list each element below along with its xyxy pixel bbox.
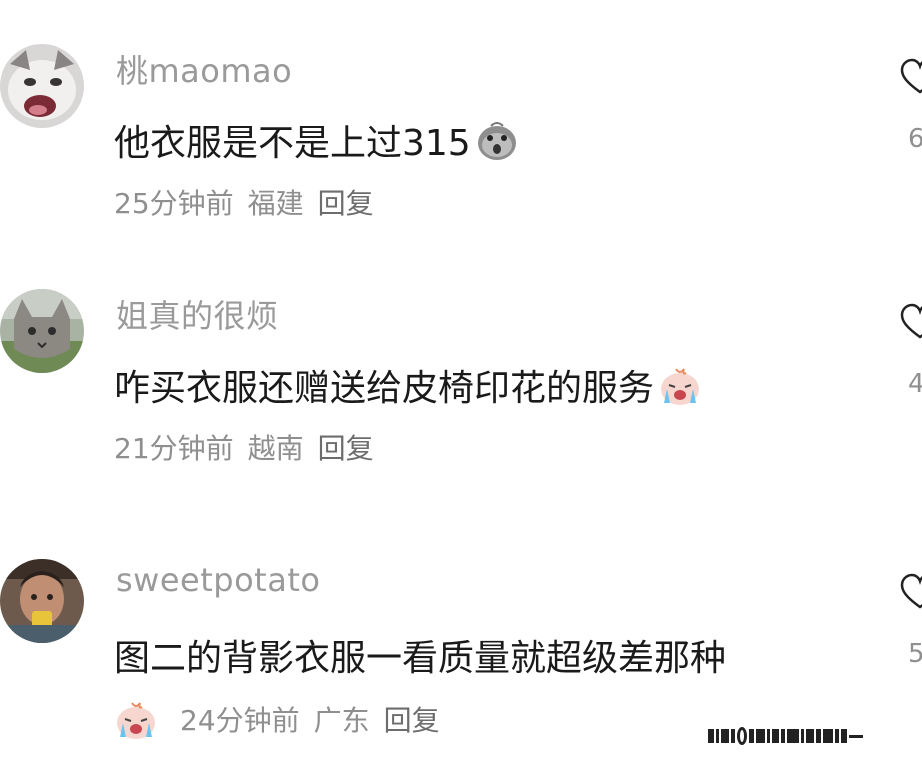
username[interactable]: sweetpotato bbox=[116, 561, 320, 599]
comment-location: 福建 bbox=[247, 187, 304, 220]
like-count: 5 bbox=[908, 639, 922, 669]
reply-button[interactable]: 回复 bbox=[384, 699, 440, 739]
comment-text: 咋买衣服还赠送给皮椅印花的服务 bbox=[114, 368, 655, 409]
avatar[interactable] bbox=[0, 44, 84, 128]
crying-face-emoji-icon bbox=[117, 702, 155, 739]
comment-text-row: 咋买衣服还赠送给皮椅印花的服务 bbox=[114, 359, 702, 411]
crying-face-emoji-icon bbox=[661, 368, 700, 405]
heart-outline-icon[interactable] bbox=[900, 58, 922, 98]
comment-text: 他衣服是不是上过315 bbox=[114, 123, 471, 164]
comment-meta: 25分钟前 福建 回复 bbox=[114, 182, 374, 222]
comment-text-row: 他衣服是不是上过315 bbox=[114, 114, 519, 166]
heart-outline-icon[interactable] bbox=[900, 303, 922, 343]
comment-meta: 21分钟前 越南 回复 bbox=[114, 427, 374, 467]
watermark-logo bbox=[708, 723, 908, 749]
comment-list: 桃maomao 他衣服是不是上过315 25分钟前 福建 回复 6 姐真的很烦 … bbox=[0, 0, 922, 767]
comment-item: sweetpotato 图二的背影衣服一看质量就超级差那种 24分钟前 广东 回… bbox=[0, 545, 922, 745]
comment-item: 姐真的很烦 咋买衣服还赠送给皮椅印花的服务 21分钟前 越南 回复 4 bbox=[0, 275, 922, 475]
comment-location: 广东 bbox=[313, 704, 370, 737]
like-count: 6 bbox=[908, 124, 922, 154]
reply-button[interactable]: 回复 bbox=[318, 427, 374, 467]
comment-time: 25分钟前 bbox=[114, 187, 234, 220]
comment-time: 21分钟前 bbox=[114, 432, 234, 465]
comment-item: 桃maomao 他衣服是不是上过315 25分钟前 福建 回复 6 bbox=[0, 30, 922, 230]
username[interactable]: 姐真的很烦 bbox=[116, 291, 279, 337]
avatar[interactable] bbox=[0, 289, 84, 373]
comment-time: 24分钟前 bbox=[180, 704, 300, 737]
reply-button[interactable]: 回复 bbox=[318, 182, 374, 222]
heart-outline-icon[interactable] bbox=[900, 573, 922, 613]
comment-location: 越南 bbox=[247, 432, 304, 465]
comment-meta: 24分钟前 广东 回复 bbox=[114, 697, 440, 741]
comment-text: 图二的背影衣服一看质量就超级差那种 bbox=[114, 638, 727, 679]
avatar[interactable] bbox=[0, 559, 84, 643]
comment-text-row: 图二的背影衣服一看质量就超级差那种 bbox=[114, 629, 726, 681]
like-count: 4 bbox=[908, 369, 922, 399]
shocked-face-emoji-icon bbox=[477, 122, 516, 160]
username[interactable]: 桃maomao bbox=[116, 46, 292, 92]
